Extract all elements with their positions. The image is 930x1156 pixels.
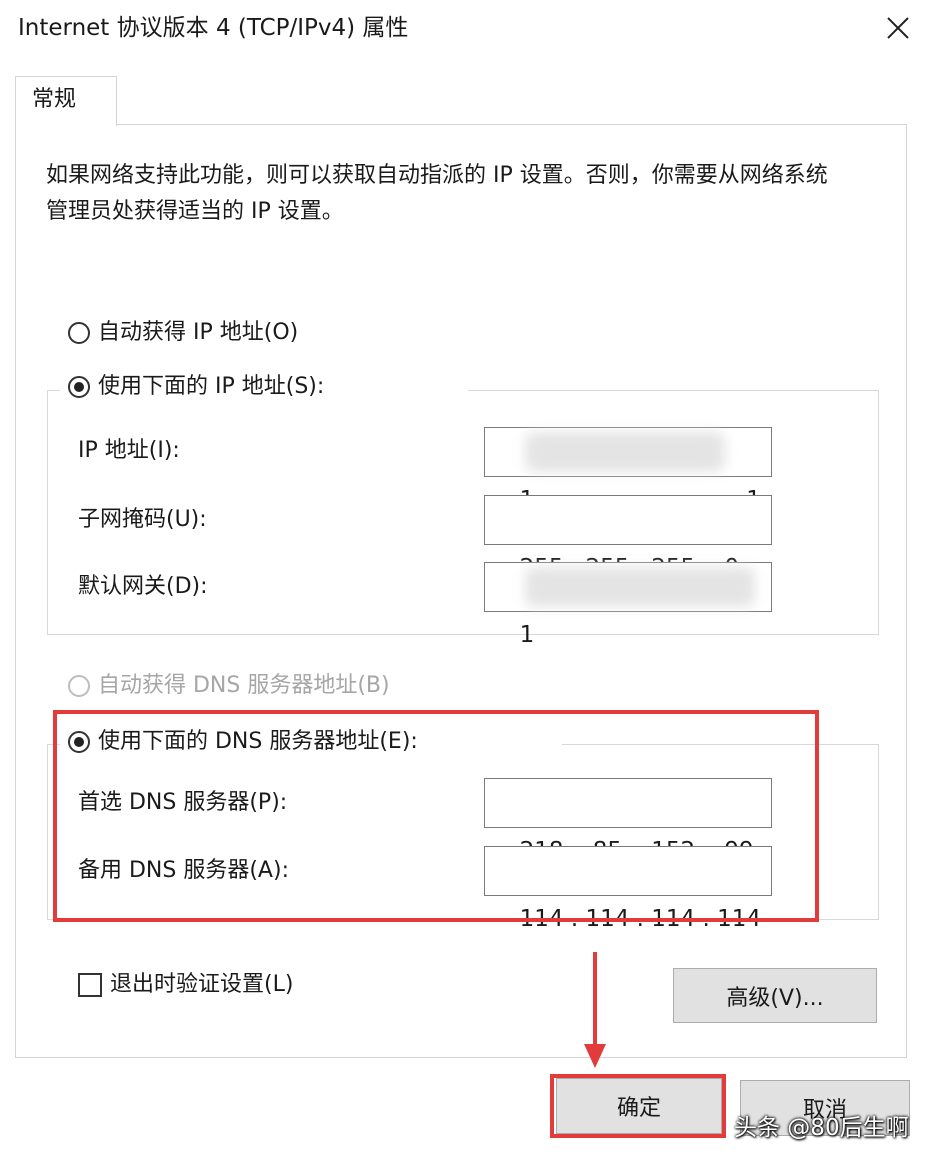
auto-ip-radio[interactable]: [68, 322, 90, 344]
auto-dns-option[interactable]: 自动获得 DNS 服务器地址(B): [68, 669, 390, 703]
ip-address-label: IP 地址(I):: [78, 438, 180, 463]
validate-settings-checkbox[interactable]: [78, 973, 102, 997]
ok-highlight-box: [550, 1074, 726, 1138]
tab-general[interactable]: 常规: [15, 76, 117, 126]
auto-dns-radio[interactable]: [68, 675, 90, 697]
subnet-mask-label: 子网掩码(U):: [78, 507, 207, 532]
manual-ip-option[interactable]: 使用下面的 IP 地址(S):: [60, 370, 468, 404]
default-gateway-value: 1: [519, 622, 535, 648]
arrow-down-icon: [584, 952, 606, 1068]
description-text: 如果网络支持此功能，则可以获取自动指派的 IP 设置。否则，你需要从网络系统管理…: [46, 163, 828, 224]
manual-ip-label: 使用下面的 IP 地址(S):: [98, 374, 325, 399]
watermark-text: 头条 @80后生啊: [734, 1115, 909, 1141]
default-gateway-field[interactable]: 1: [484, 562, 772, 648]
manual-ip-radio[interactable]: [68, 376, 90, 398]
subnet-mask-field[interactable]: 255 . 255 . 255 . 0: [484, 495, 772, 581]
close-icon: [887, 17, 909, 39]
validate-settings-option[interactable]: 退出时验证设置(L): [78, 968, 293, 1002]
advanced-button[interactable]: 高级(V)...: [673, 968, 877, 1023]
validate-settings-label: 退出时验证设置(L): [110, 972, 294, 997]
auto-ip-option[interactable]: 自动获得 IP 地址(O): [68, 316, 298, 350]
ip-address-field[interactable]: 1 1: [484, 427, 772, 513]
close-button[interactable]: [878, 8, 918, 48]
auto-dns-label: 自动获得 DNS 服务器地址(B): [98, 673, 390, 698]
auto-ip-label: 自动获得 IP 地址(O): [98, 320, 299, 345]
dns-highlight-box: [53, 710, 819, 922]
default-gateway-label: 默认网关(D):: [78, 574, 208, 599]
window-title: Internet 协议版本 4 (TCP/IPv4) 属性: [18, 15, 409, 41]
redaction-blur: [525, 567, 755, 607]
redaction-blur: [525, 432, 725, 472]
